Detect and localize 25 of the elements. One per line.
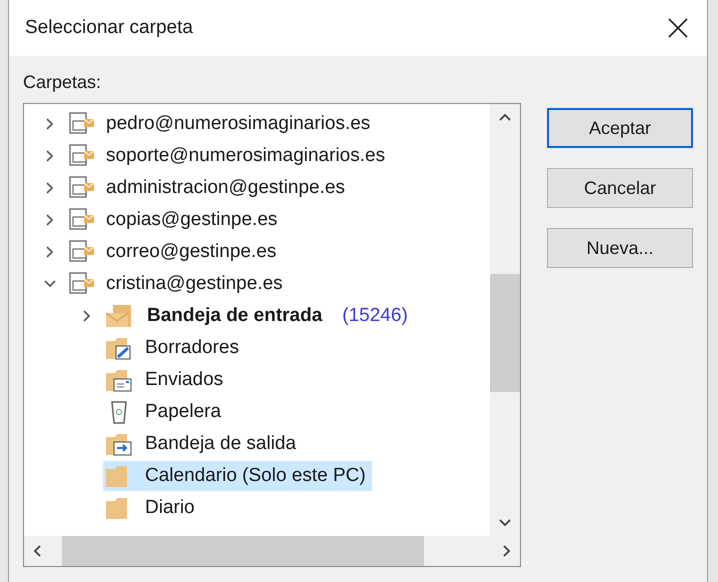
- dialog-button[interactable]: Cancelar: [547, 168, 693, 208]
- folder-item[interactable]: pedro@numerosimaginarios.es: [66, 109, 376, 139]
- folder-item[interactable]: Calendario (Solo este PC): [103, 461, 372, 491]
- folder-item[interactable]: Papelera: [103, 397, 228, 427]
- mailbox-icon: [68, 175, 96, 201]
- dialog-button[interactable]: Aceptar: [547, 108, 693, 148]
- folder-item[interactable]: soporte@numerosimaginarios.es: [66, 141, 392, 171]
- dialog-button[interactable]: Nueva...: [547, 228, 693, 268]
- folder-item[interactable]: Borradores: [103, 333, 245, 363]
- folder-item[interactable]: Bandeja de salida: [103, 429, 302, 459]
- dialog-title: Seleccionar carpeta: [25, 17, 193, 39]
- mailbox-icon: [68, 143, 96, 169]
- mailbox-icon: [68, 271, 96, 297]
- folder-item[interactable]: copias@gestinpe.es: [66, 205, 284, 235]
- mailbox-icon: [68, 207, 96, 233]
- mailbox-icon: [68, 111, 96, 137]
- folder-item[interactable]: administracion@gestinpe.es: [66, 173, 351, 203]
- folder-item[interactable]: Diario: [103, 493, 201, 523]
- folder-item[interactable]: Enviados: [103, 365, 230, 395]
- folders-label: Carpetas:: [23, 72, 102, 93]
- folder-item[interactable]: Bandeja de entrada (15246): [103, 301, 414, 331]
- mailbox-icon: [68, 239, 96, 265]
- folder-item[interactable]: cristina@gestinpe.es: [66, 269, 289, 299]
- unread-count: (15246): [342, 305, 408, 327]
- folder-item[interactable]: correo@gestinpe.es: [66, 237, 282, 267]
